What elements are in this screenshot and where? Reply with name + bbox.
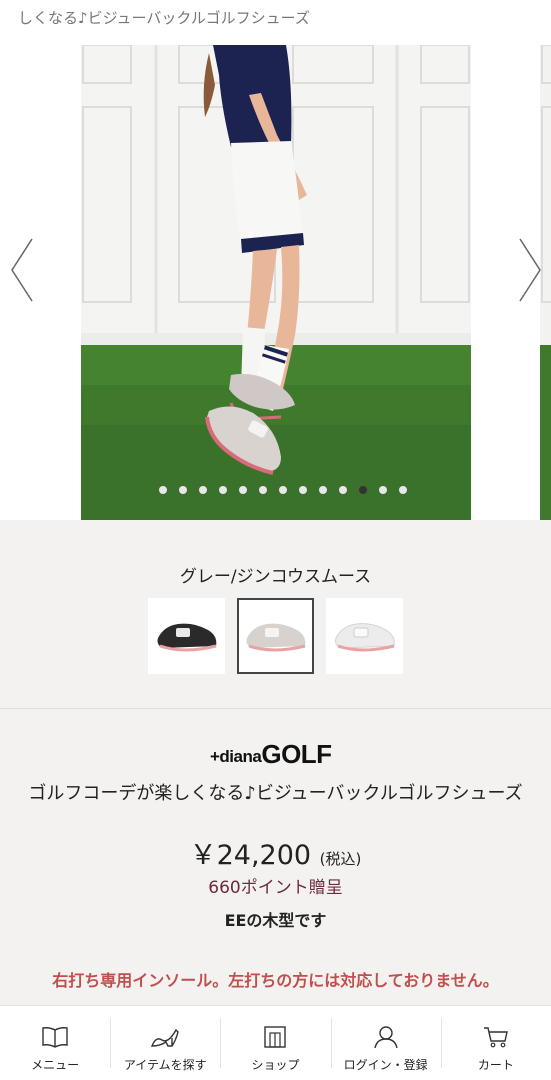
last-shape-note: EEの木型です xyxy=(224,911,327,930)
carousel-dot[interactable] xyxy=(319,486,327,494)
previous-image-arrow-icon[interactable] xyxy=(8,235,38,305)
gray-shoe-icon xyxy=(246,623,305,652)
carousel-dot[interactable] xyxy=(299,486,307,494)
product-info: +diana GOLF ゴルフコーデが楽しくなる♪ビジューバックルゴルフシューズ… xyxy=(0,709,551,1005)
product-price: ￥24,200 (税込) xyxy=(0,833,551,872)
heel-icon xyxy=(150,1024,180,1050)
carousel-dot[interactable] xyxy=(219,486,227,494)
nav-login-label: ログイン・登録 xyxy=(343,1058,428,1072)
user-icon xyxy=(373,1024,399,1050)
carousel-dot[interactable] xyxy=(359,486,367,494)
nav-shop[interactable]: ショップ xyxy=(220,1006,330,1080)
carousel-dot[interactable] xyxy=(399,486,407,494)
carousel-pagination xyxy=(153,486,413,494)
white-shoe-icon xyxy=(334,623,395,652)
color-selector: グレー/ジンコウスムース xyxy=(0,520,551,708)
price-value: ￥24,200 xyxy=(189,840,312,871)
nav-menu-label: メニュー xyxy=(31,1058,80,1072)
insole-notice: 右打ち専用インソール。左打ちの方には対応しておりません。 xyxy=(52,971,499,990)
carousel-dot[interactable] xyxy=(279,486,287,494)
carousel-dot[interactable] xyxy=(339,486,347,494)
black-shoe-icon xyxy=(157,623,216,652)
nav-cart[interactable]: カート xyxy=(440,1006,551,1080)
product-photo xyxy=(81,45,471,520)
nav-login[interactable]: ログイン・登録 xyxy=(330,1006,441,1080)
color-swatch-white[interactable] xyxy=(326,598,403,674)
nav-find-items-label: アイテムを探す xyxy=(123,1058,207,1072)
carousel-dot[interactable] xyxy=(259,486,267,494)
color-swatch-gray[interactable] xyxy=(237,598,314,674)
shop-door-icon xyxy=(263,1024,287,1050)
carousel-dot[interactable] xyxy=(159,486,167,494)
tax-label: (税込) xyxy=(319,850,362,868)
nav-find-items[interactable]: アイテムを探す xyxy=(110,1006,220,1080)
page-title-fragment: しくなる♪ビジューバックルゴルフシューズ xyxy=(0,0,551,40)
brand-logo[interactable]: +diana GOLF xyxy=(210,737,332,767)
nav-menu[interactable]: メニュー xyxy=(0,1006,110,1080)
carousel-dot[interactable] xyxy=(179,486,187,494)
next-image-arrow-icon[interactable] xyxy=(514,235,544,305)
color-swatch-black[interactable] xyxy=(148,598,225,674)
bottom-navigation: メニュー アイテムを探す ショップ ログイン・登録 カート xyxy=(0,1005,551,1080)
product-image-gallery[interactable] xyxy=(0,40,551,520)
book-icon xyxy=(41,1024,69,1050)
carousel-dot[interactable] xyxy=(379,486,387,494)
nav-shop-label: ショップ xyxy=(251,1058,300,1072)
product-name: ゴルフコーデが楽しくなる♪ビジューバックルゴルフシューズ xyxy=(28,783,523,804)
selected-color-name: グレー/ジンコウスムース xyxy=(179,567,372,587)
nav-cart-label: カート xyxy=(477,1058,514,1072)
cart-icon xyxy=(483,1024,509,1050)
carousel-dot[interactable] xyxy=(199,486,207,494)
brand-main: GOLF xyxy=(261,739,332,769)
points-reward: 660ポイント贈呈 xyxy=(208,878,343,898)
brand-prefix: +diana xyxy=(210,747,262,766)
carousel-dot[interactable] xyxy=(239,486,247,494)
